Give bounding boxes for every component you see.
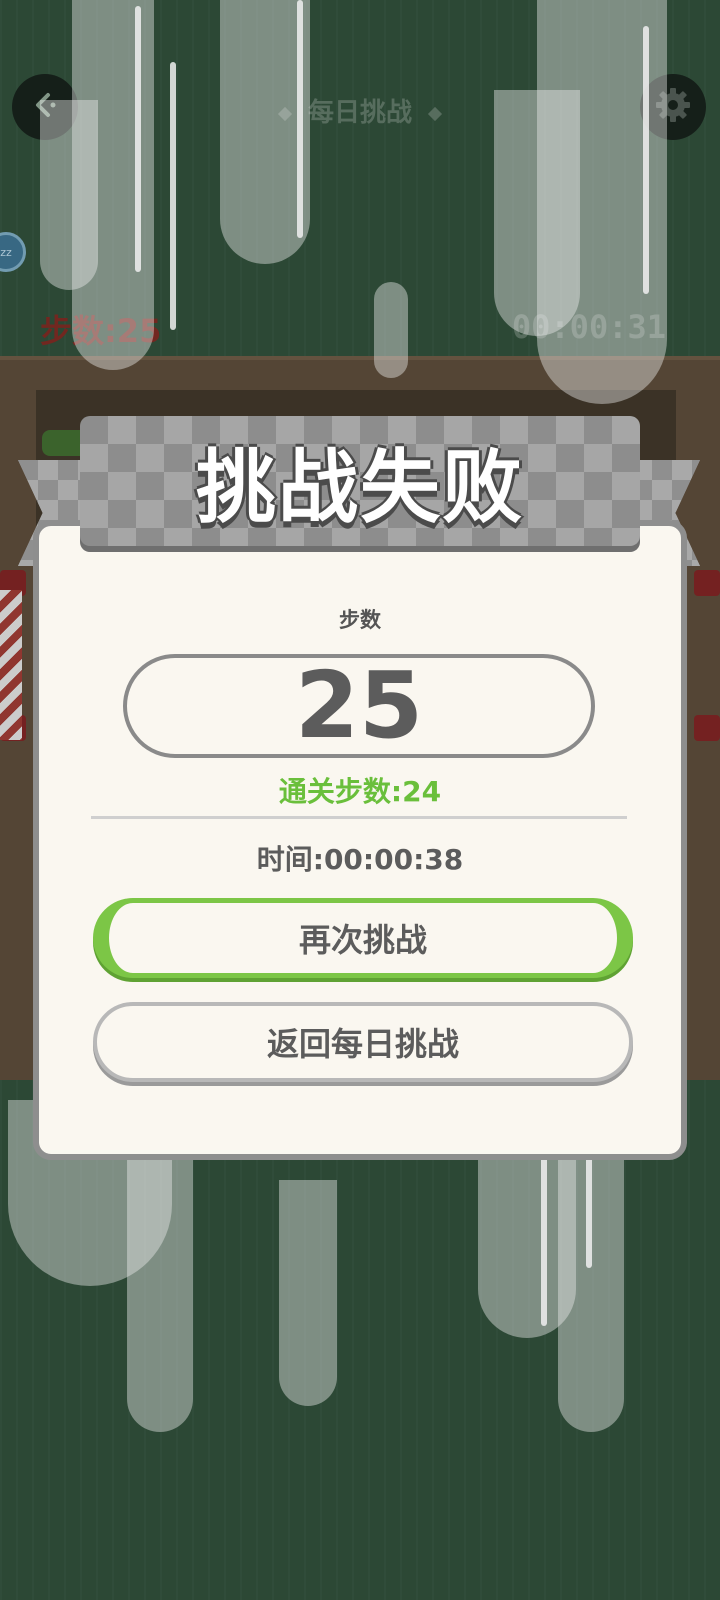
retry-button-label: 再次挑战: [298, 921, 427, 959]
title-ribbon: 挑战失败: [80, 416, 640, 546]
divider: [91, 816, 627, 819]
par-steps-text: 通关步数:24: [278, 775, 442, 808]
dialog-title: 挑战失败: [196, 441, 524, 534]
elapsed-time: 时间:00:00:38: [256, 843, 464, 876]
return-button-label: 返回每日挑战: [266, 1025, 459, 1063]
retry-button[interactable]: 再次挑战: [93, 898, 633, 978]
return-daily-challenge-button[interactable]: 返回每日挑战: [93, 1002, 633, 1082]
steps-display: 25: [123, 654, 595, 758]
result-dialog: 步数 25 通关步数:24 时间:00:00:38 再次挑战 返回每日挑战: [33, 520, 687, 1160]
steps-caption: 步数: [339, 608, 381, 632]
steps-value: 25: [294, 652, 424, 759]
